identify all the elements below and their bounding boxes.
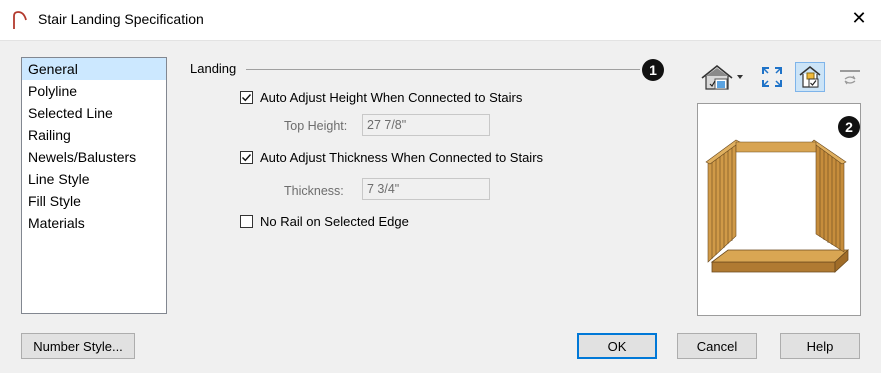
app-icon <box>12 10 28 33</box>
panel-item-polyline[interactable]: Polyline <box>22 80 166 102</box>
panel-item-railing[interactable]: Railing <box>22 124 166 146</box>
no-rail-checkbox[interactable] <box>240 215 253 228</box>
house-view-icon <box>701 64 743 90</box>
title-bar: Stair Landing Specification ✕ <box>0 0 881 40</box>
panel-item-line-style[interactable]: Line Style <box>22 168 166 190</box>
close-button[interactable]: ✕ <box>847 8 871 29</box>
window-title: Stair Landing Specification <box>38 11 204 27</box>
panel-item-selected-line[interactable]: Selected Line <box>22 102 166 124</box>
show-selected-icon <box>799 66 821 88</box>
thickness-label: Thickness: <box>284 184 344 198</box>
view-3d-dropdown-button[interactable] <box>697 62 749 92</box>
auto-adjust-thickness-checkbox[interactable] <box>240 151 253 164</box>
landing-group-label: Landing <box>190 61 237 76</box>
panel-item-newels-balusters[interactable]: Newels/Balusters <box>22 146 166 168</box>
no-rail-label: No Rail on Selected Edge <box>260 214 409 229</box>
ok-button[interactable]: OK <box>577 333 657 359</box>
auto-adjust-thickness-row[interactable]: Auto Adjust Thickness When Connected to … <box>240 150 543 165</box>
help-button[interactable]: Help <box>780 333 860 359</box>
auto-adjust-height-row[interactable]: Auto Adjust Height When Connected to Sta… <box>240 90 522 105</box>
cancel-button[interactable]: Cancel <box>677 333 757 359</box>
panel-list: General Polyline Selected Line Railing N… <box>21 57 167 314</box>
show-selected-button[interactable] <box>795 62 825 92</box>
auto-adjust-height-label: Auto Adjust Height When Connected to Sta… <box>260 90 523 105</box>
auto-adjust-thickness-label: Auto Adjust Thickness When Connected to … <box>260 150 544 165</box>
auto-adjust-height-checkbox[interactable] <box>240 91 253 104</box>
fill-window-icon <box>762 67 782 87</box>
stair-landing-preview <box>705 139 850 273</box>
callout-2: 2 <box>838 116 860 138</box>
group-divider <box>246 69 640 70</box>
panel-item-materials[interactable]: Materials <box>22 212 166 234</box>
top-height-label: Top Height: <box>284 119 348 133</box>
number-style-button[interactable]: Number Style... <box>21 333 135 359</box>
fill-window-button[interactable] <box>757 62 787 92</box>
swap-button[interactable] <box>835 62 865 92</box>
thickness-field[interactable] <box>362 178 490 200</box>
no-rail-row[interactable]: No Rail on Selected Edge <box>240 214 409 229</box>
top-height-field[interactable] <box>362 114 490 136</box>
preview-pane: 2 <box>697 103 861 316</box>
panel-item-fill-style[interactable]: Fill Style <box>22 190 166 212</box>
callout-1: 1 <box>642 59 664 81</box>
panel-item-general[interactable]: General <box>22 58 166 80</box>
swap-icon <box>840 70 860 85</box>
